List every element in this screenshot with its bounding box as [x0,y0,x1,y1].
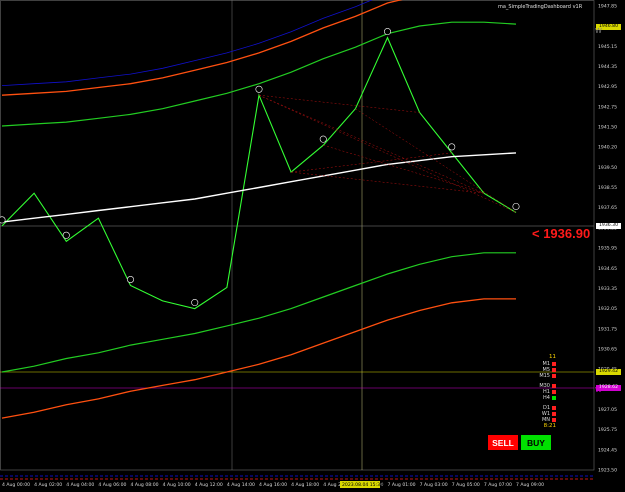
price-tick-label: 1939.50 [598,165,617,171]
series-moving-average [1,152,517,223]
time-highlight-label: 2023.08.04 15:30 [342,482,383,488]
time-tick-label: 4 Aug 18:00 [291,482,319,488]
timeframe-status-square [552,406,556,410]
timeframe-status-square [552,412,556,416]
price-tick-label: 1937.65 [598,205,617,211]
w-marker-mid: W [595,386,602,394]
time-tick-label: 7 Aug 05:00 [452,482,480,488]
time-tick-label: 4 Aug 08:00 [131,482,159,488]
price-tick-label: 1925.75 [598,427,617,433]
chart-frame [0,0,595,471]
trade-line-5 [258,94,517,213]
price-tick-label: 1938.55 [598,185,617,191]
series-price [1,36,517,310]
timeframe-count: 11 [549,354,556,360]
yellow-line-tag: 1929.42 [596,369,621,375]
time-tick-label: 4 Aug 14:00 [227,482,255,488]
signal-marker-8 [255,85,263,93]
chart-grid [0,0,595,471]
series-lines [1,0,517,419]
price-tick-label: 1927.05 [598,407,617,413]
signal-marker-4 [127,275,135,283]
time-tick-label: 4 Aug 06:00 [98,482,126,488]
trade-line-6 [355,108,517,213]
trade-line-4 [323,144,484,194]
time-tick-label: 7 Aug 07:00 [484,482,512,488]
current-price-tag: 1936.30 [596,223,621,229]
price-tick-label: 1934.65 [598,266,617,272]
price-tick-label: 1941.50 [598,125,617,131]
candle-time-left: 8:21 [543,423,556,429]
time-tick-label: 4 Aug 10:00 [163,482,191,488]
time-tick-label: 4 Aug 12:00 [195,482,223,488]
price-tick-label: 1931.75 [598,326,617,332]
time-axis: 4 Aug 00:00 4 Aug 02:00 4 Aug 04:00 4 Aug 0… [2,481,544,488]
current-price-readout: < 1936.90 [532,226,591,241]
signal-marker-10 [319,135,327,143]
signal-marker-0 [0,216,6,224]
timeframe-rows: M1 M5 M15 M30 H1 H4 D1 W1 MN [530,361,556,423]
blue-upper-line [1,0,373,86]
sell-button[interactable]: SELL [488,435,518,450]
buy-button[interactable]: BUY [521,435,551,450]
price-tick-label: 1944.35 [598,64,617,70]
trade-line-3 [291,171,484,194]
outer-lower-band [1,298,516,419]
timeframe-status-square [552,390,556,394]
time-tick-label: 4 Aug 02:00 [34,482,62,488]
price-tick-label: 1942.95 [598,84,617,90]
timeframe-status-square [552,384,556,388]
w-marker-top: W [595,27,602,35]
price-tick-label: 1933.35 [598,286,617,292]
signal-marker-6 [191,299,199,307]
trade-arrows [258,94,517,213]
indicator-name: ma_SimpleTradingDashboard v1R [498,4,583,10]
price-tick-label: 1945.15 [598,44,617,50]
timeframe-label: M15 [539,373,550,379]
time-tick-label: 7 Aug 01:00 [388,482,416,488]
signal-markers [0,28,520,307]
timeframe-status-square [552,374,556,378]
series-lower-band [1,252,516,373]
trade-line-0 [258,94,420,113]
timeframe-status-square [552,362,556,366]
trade-line-2 [291,152,452,173]
time-tick-label: 4 Aug 04:00 [66,482,94,488]
signal-marker-2 [62,231,70,239]
price-tick-label: 1923.50 [598,468,617,474]
price-tick-label: 1930.65 [598,346,617,352]
timeframe-label: H4 [543,395,550,401]
price-axis: 1947.851946.551945.151944.351942.951942.… [598,4,617,474]
series-upper-band [1,21,517,127]
timeframe-panel: 11 M1 M5 M15 M30 H1 H4 D1 W1 MN 8:21 [530,354,556,429]
outer-upper-band [1,0,403,96]
time-tick-label: 4 Aug 16:00 [259,482,287,488]
time-tick-label: 7 Aug 03:00 [420,482,448,488]
price-tick-label: 1947.85 [598,4,617,10]
signal-marker-16 [512,202,520,210]
price-tick-label: 1932.05 [598,306,617,312]
timeframe-status-square [552,368,556,372]
signal-marker-14 [448,143,456,151]
price-tick-label: 1924.45 [598,447,617,453]
timeframe-status-square [552,418,556,422]
timeframe-status-square [552,396,556,400]
price-tick-label: 1940.20 [598,145,617,151]
price-tick-label: 1935.95 [598,246,617,252]
time-tick-label: 7 Aug 09:00 [516,482,544,488]
price-tick-label: 1942.75 [598,104,617,110]
time-tick-label: 4 Aug 00:00 [2,482,30,488]
signal-marker-12 [383,28,391,36]
